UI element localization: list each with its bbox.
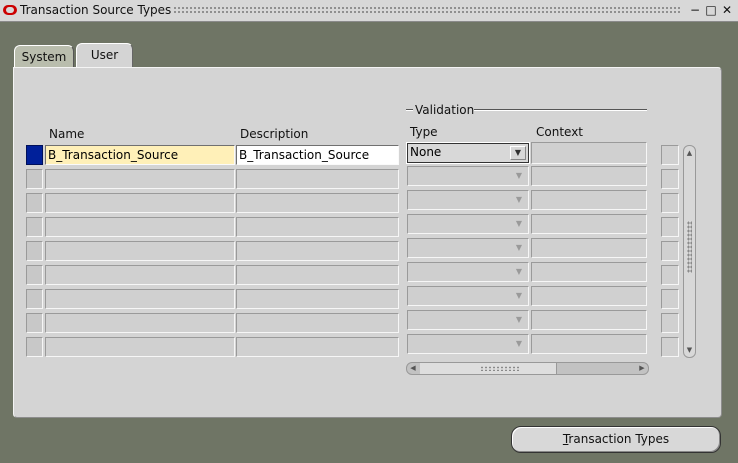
- row-selector[interactable]: [26, 193, 43, 213]
- chevron-down-icon[interactable]: ▼: [512, 289, 526, 303]
- horizontal-scrollbar[interactable]: ◀ ▶: [406, 362, 649, 375]
- context-field[interactable]: [531, 166, 647, 186]
- validation-type-select[interactable]: ▼: [407, 310, 529, 330]
- validation-type-select[interactable]: ▼: [407, 190, 529, 210]
- title-drag-handle[interactable]: [173, 6, 680, 15]
- tab-system[interactable]: System: [14, 45, 74, 69]
- description-field[interactable]: [236, 289, 399, 309]
- scroll-up-icon[interactable]: ▲: [684, 147, 695, 159]
- context-field[interactable]: [531, 310, 647, 330]
- validation-type-select[interactable]: ▼: [407, 286, 529, 306]
- scroll-grip[interactable]: [687, 221, 692, 273]
- chevron-down-icon[interactable]: ▼: [512, 169, 526, 183]
- description-field[interactable]: [236, 265, 399, 285]
- description-field[interactable]: [236, 241, 399, 261]
- name-field[interactable]: [45, 241, 235, 261]
- validation-type-select[interactable]: None ▼: [406, 142, 530, 164]
- row-selector[interactable]: [26, 169, 43, 189]
- name-field[interactable]: [45, 313, 235, 333]
- chevron-down-icon[interactable]: ▼: [512, 313, 526, 327]
- flexfield-cell[interactable]: [661, 193, 679, 213]
- context-field[interactable]: [531, 190, 647, 210]
- maximize-icon[interactable]: □: [704, 3, 718, 18]
- transaction-types-button[interactable]: Transaction Types: [511, 426, 721, 453]
- row-selector-current[interactable]: [26, 145, 43, 165]
- flexfield-cell[interactable]: [661, 145, 679, 165]
- window-title: Transaction Source Types: [20, 3, 172, 17]
- flexfield-cell[interactable]: [661, 241, 679, 261]
- validation-group-line-left: [406, 109, 413, 111]
- app-window: Transaction Source Types − □ ✕ System Us…: [0, 0, 738, 463]
- validation-type-select[interactable]: ▼: [407, 166, 529, 186]
- title-bar: Transaction Source Types − □ ✕: [0, 0, 738, 22]
- description-field[interactable]: [236, 217, 399, 237]
- chevron-down-icon[interactable]: ▼: [512, 217, 526, 231]
- validation-type-select[interactable]: ▼: [407, 262, 529, 282]
- scroll-down-icon[interactable]: ▼: [684, 344, 695, 356]
- vertical-scrollbar[interactable]: ▲ ▼: [683, 145, 696, 358]
- row-selector[interactable]: [26, 241, 43, 261]
- context-field[interactable]: [531, 214, 647, 234]
- tab-user[interactable]: User: [76, 43, 133, 69]
- context-field[interactable]: [531, 142, 647, 164]
- close-icon[interactable]: ✕: [720, 3, 734, 18]
- validation-type-select[interactable]: ▼: [407, 238, 529, 258]
- minimize-icon[interactable]: −: [688, 3, 702, 18]
- validation-group-label: Validation: [415, 103, 475, 117]
- chevron-down-icon[interactable]: ▼: [512, 337, 526, 351]
- context-field[interactable]: [531, 286, 647, 306]
- name-field[interactable]: B_Transaction_Source: [45, 145, 235, 165]
- column-header-type: Type: [410, 125, 438, 139]
- flexfield-cell[interactable]: [661, 217, 679, 237]
- chevron-down-icon[interactable]: ▼: [512, 241, 526, 255]
- validation-group-line-right: [474, 109, 647, 111]
- description-field[interactable]: [236, 313, 399, 333]
- row-selector[interactable]: [26, 289, 43, 309]
- flexfield-cell[interactable]: [661, 337, 679, 357]
- chevron-down-icon[interactable]: ▼: [510, 146, 526, 160]
- name-field[interactable]: [45, 217, 235, 237]
- context-field[interactable]: [531, 238, 647, 258]
- name-field[interactable]: [45, 337, 235, 357]
- flexfield-cell[interactable]: [661, 265, 679, 285]
- name-field[interactable]: [45, 193, 235, 213]
- name-field[interactable]: [45, 169, 235, 189]
- row-selector[interactable]: [26, 217, 43, 237]
- oracle-logo-icon: [3, 5, 17, 15]
- scroll-left-icon[interactable]: ◀: [407, 363, 419, 374]
- scroll-thumb[interactable]: [420, 363, 557, 374]
- validation-type-value: None: [410, 145, 442, 159]
- column-header-name: Name: [49, 127, 85, 141]
- description-field[interactable]: [236, 169, 399, 189]
- scroll-right-icon[interactable]: ▶: [636, 363, 648, 374]
- row-selector[interactable]: [26, 313, 43, 333]
- chevron-down-icon[interactable]: ▼: [512, 193, 526, 207]
- column-header-context: Context: [536, 125, 584, 139]
- description-field[interactable]: B_Transaction_Source: [236, 145, 399, 165]
- column-header-description: Description: [240, 127, 309, 141]
- validation-type-select[interactable]: ▼: [407, 214, 529, 234]
- description-field[interactable]: [236, 337, 399, 357]
- validation-type-select[interactable]: ▼: [407, 334, 529, 354]
- flexfield-cell[interactable]: [661, 289, 679, 309]
- row-selector[interactable]: [26, 265, 43, 285]
- name-field[interactable]: [45, 265, 235, 285]
- row-selector[interactable]: [26, 337, 43, 357]
- chevron-down-icon[interactable]: ▼: [512, 265, 526, 279]
- flexfield-cell[interactable]: [661, 313, 679, 333]
- description-field[interactable]: [236, 193, 399, 213]
- context-field[interactable]: [531, 334, 647, 354]
- name-field[interactable]: [45, 289, 235, 309]
- context-field[interactable]: [531, 262, 647, 282]
- scroll-grip: [480, 366, 520, 371]
- flexfield-cell[interactable]: [661, 169, 679, 189]
- button-label-rest: ransaction Types: [568, 432, 670, 446]
